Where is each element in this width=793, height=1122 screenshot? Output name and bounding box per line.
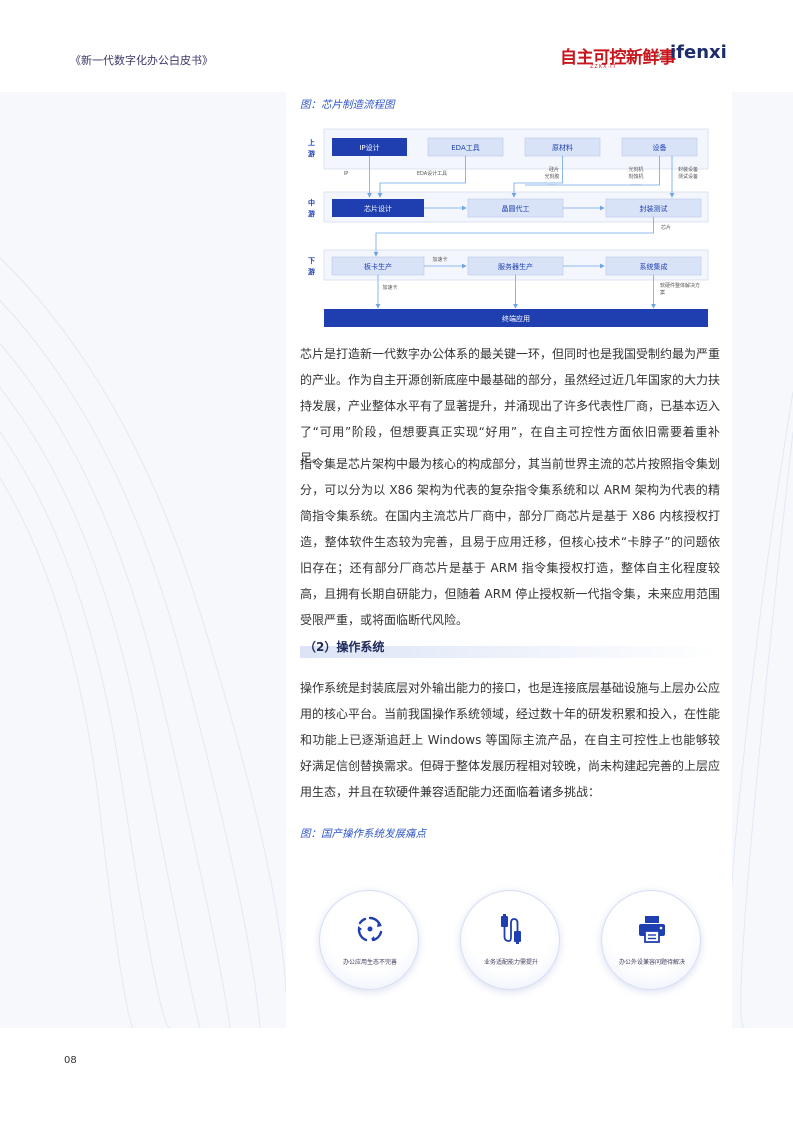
section-heading-text: （2）操作系统 (304, 640, 385, 654)
paragraph-3-text: 操作系统是封装底层对外输出能力的接口，也是连接底层基础设施与上层办公应用的核心平… (300, 681, 721, 799)
box-text-chip-design: 芯片设计 (364, 204, 392, 213)
box-text-packaging: 封装测试 (640, 204, 668, 213)
row-label-up-1: 上 (308, 138, 315, 147)
label-solution-2: 案 (660, 289, 665, 296)
row-label-mid-1: 中 (308, 198, 315, 207)
label-litho: 光刻机 (628, 166, 643, 173)
box-text-foundry: 晶圆代工 (502, 204, 530, 213)
label-accel-card-2: 加速卡 (382, 284, 397, 291)
paragraph-instruction-set: 指令集是芯片架构中最为核心的构成部分，其当前世界主流的芯片按照指令集划分，可以分… (300, 451, 720, 633)
paragraph-os: 操作系统是封装底层对外输出能力的接口，也是连接底层基础设施与上层办公应用的核心平… (300, 675, 720, 805)
label-etch: 刻蚀机 (628, 173, 643, 180)
row-label-down-2: 游 (308, 267, 315, 276)
logo-separator: × (654, 49, 664, 62)
figure2-caption: 图：国产操作系统发展痛点 (300, 828, 426, 840)
box-text-server: 服务器生产 (498, 262, 533, 271)
label-test: 测试设备 (678, 173, 698, 180)
box-text-raw-material: 原材料 (552, 143, 573, 152)
ifenxi-logo: ifenxi (670, 42, 727, 63)
os-pain-points-panel: 办公应用生态不完善 业务适配能力需提升 办公外设兼容问题待解决 (300, 852, 719, 1024)
row-label-mid-2: 游 (308, 209, 315, 218)
label-dots-2: …… (631, 181, 641, 187)
refresh-cycle-icon (357, 916, 383, 942)
label-wafer: 硅片 (549, 166, 559, 173)
zzkx-logo-sub: ZZKX·IT (590, 64, 617, 70)
chip-flow-diagram: 上 游 中 游 下 游 IP设计 EDA工具 原材料 设备 IP EDA设计工具… (300, 115, 719, 333)
pain-point-ecosystem: 办公应用生态不完善 (319, 890, 419, 990)
label-pack: 封装设备 (678, 166, 698, 173)
pain-point-peripherals: 办公外设兼容问题待解决 (601, 890, 701, 990)
box-text-integration: 系统集成 (640, 262, 668, 271)
row-label-down-1: 下 (308, 257, 315, 265)
label-eda: EDA设计工具 (417, 170, 447, 177)
label-solution-1: 软硬件整体解决方 (660, 282, 700, 289)
box-text-terminal-app: 终端应用 (502, 314, 530, 323)
label-accel-card-1: 加速卡 (432, 256, 447, 263)
row-label-up-2: 游 (308, 149, 315, 158)
label-ip: IP (344, 171, 349, 177)
box-text-eda-tool: EDA工具 (451, 144, 479, 152)
paragraph-2-text: 指令集是芯片架构中最为核心的构成部分，其当前世界主流的芯片按照指令集划分，可以分… (300, 457, 721, 627)
label-photoresist: 光刻胶 (544, 173, 559, 180)
printer-icon (639, 916, 665, 943)
usb-cable-icon (501, 914, 521, 944)
pain-point-label-ecosystem: 办公应用生态不完善 (342, 959, 397, 966)
page-header: 《新一代数字化办公白皮书》 自主可控新鲜事 ZZKX·IT × ifenxi (0, 0, 793, 92)
pain-point-label-peripherals: 办公外设兼容问题待解决 (618, 959, 685, 966)
label-dots-1: …… (547, 181, 557, 187)
box-text-ip-design: IP设计 (359, 143, 379, 152)
pain-point-label-adaptation: 业务适配能力需提升 (483, 959, 538, 966)
box-text-board: 板卡生产 (364, 262, 392, 271)
document-title: 《新一代数字化办公白皮书》 (70, 54, 213, 67)
box-text-equipment: 设备 (653, 143, 667, 152)
section-heading: （2）操作系统 (300, 638, 720, 658)
label-chip: 芯片 (661, 224, 671, 231)
pain-point-adaptation: 业务适配能力需提升 (460, 890, 560, 990)
figure1-caption: 图：芯片制造流程图 (300, 99, 395, 111)
page-number: 08 (64, 1055, 77, 1066)
